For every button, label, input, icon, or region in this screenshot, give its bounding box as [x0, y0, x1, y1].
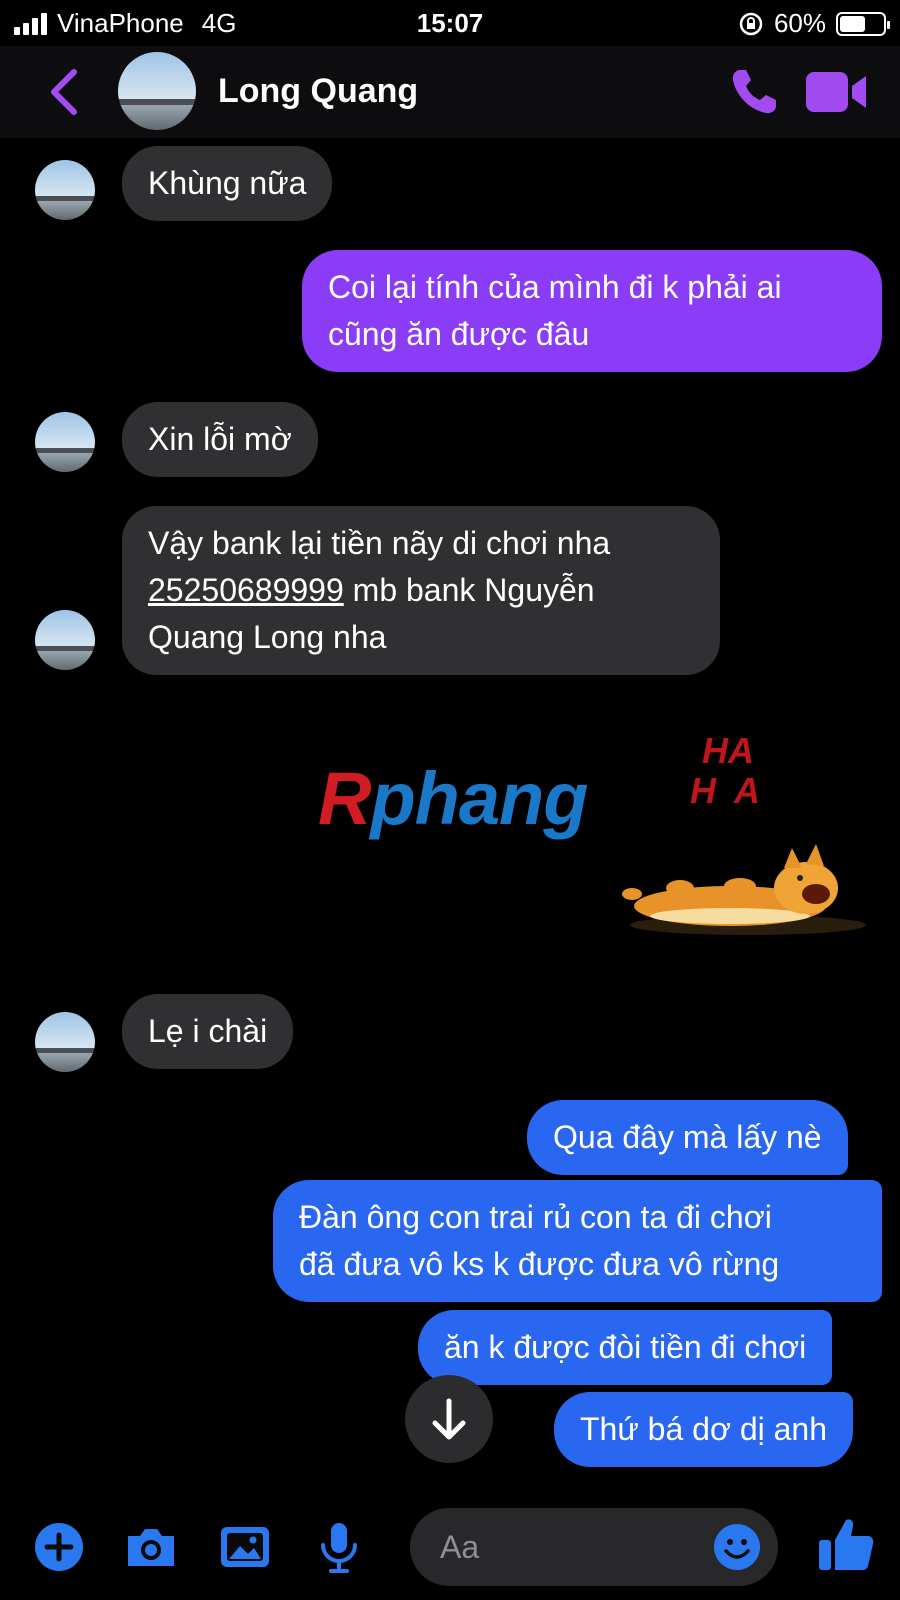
arrow-down-icon	[432, 1398, 466, 1440]
message-text: Thứ bá dơ dị anh	[580, 1411, 827, 1447]
account-number-link[interactable]: 25250689999	[148, 572, 344, 608]
battery-icon	[836, 11, 890, 36]
message-input-wrapper	[410, 1508, 778, 1586]
message-text: Lẹ i chài	[148, 1013, 268, 1049]
message-composer	[0, 1490, 900, 1600]
status-bar: VinaPhone 4G 15:07 60%	[0, 0, 900, 46]
message-text-line: đã đưa vô ks k được đưa vô rừng	[299, 1246, 780, 1282]
conversation-header: Long Quang	[0, 46, 900, 138]
rotation-lock-icon	[739, 12, 763, 35]
video-camera-icon[interactable]	[806, 70, 868, 114]
contact-name[interactable]: Long Quang	[218, 72, 418, 111]
contact-avatar[interactable]	[118, 52, 196, 130]
message-bubble-outgoing[interactable]: Thứ bá dơ dị anh	[554, 1392, 853, 1467]
message-text-line: Vậy bank lại tiền nãy di chơi nha	[148, 525, 611, 561]
message-text: Qua đây mà lấy nè	[553, 1119, 822, 1155]
avatar[interactable]	[35, 412, 95, 472]
message-bubble-outgoing[interactable]: Coi lại tính của mình đi k phải ai cũng …	[302, 250, 882, 372]
back-chevron-icon[interactable]	[44, 64, 84, 120]
message-bubble-incoming[interactable]: Lẹ i chài	[122, 994, 294, 1069]
message-input[interactable]	[440, 1526, 690, 1568]
watermark-logo: Rphang	[318, 757, 588, 840]
message-bubble-outgoing[interactable]: Qua đây mà lấy nè	[527, 1100, 848, 1175]
image-icon[interactable]	[218, 1520, 272, 1574]
message-text: Xin lỗi mờ	[148, 421, 292, 457]
avatar[interactable]	[35, 1012, 95, 1072]
phone-icon[interactable]	[728, 66, 780, 118]
message-text-line: Quang Long nha	[148, 619, 387, 655]
message-bubble-outgoing[interactable]: Đàn ông con trai rủ con ta đi chơi đã đư…	[273, 1180, 882, 1302]
avatar[interactable]	[35, 610, 95, 670]
message-bubble-incoming[interactable]: Xin lỗi mờ	[122, 402, 318, 477]
message-text-line: 25250689999 mb bank Nguyễn	[148, 567, 694, 614]
emoji-icon[interactable]	[712, 1522, 762, 1572]
plus-icon[interactable]	[32, 1520, 86, 1574]
thumbs-up-icon[interactable]	[816, 1514, 876, 1574]
laughing-dog-sticker[interactable]: HA HA	[620, 730, 870, 950]
message-bubble-incoming[interactable]: Khùng nữa	[122, 146, 333, 221]
message-bubble-incoming[interactable]: Vậy bank lại tiền nãy di chơi nha 252506…	[122, 506, 720, 675]
message-text-line: cũng ăn được đâu	[328, 316, 590, 352]
battery-percent: 60%	[773, 8, 826, 38]
dog-icon	[622, 844, 866, 935]
message-bubble-outgoing[interactable]: ăn k được đòi tiền đi chơi	[418, 1310, 833, 1385]
microphone-icon[interactable]	[312, 1520, 366, 1574]
message-text-segment: mb bank Nguyễn	[343, 572, 595, 608]
message-text-line: Đàn ông con trai rủ con ta đi chơi	[299, 1199, 772, 1235]
message-text: Khùng nữa	[148, 165, 307, 201]
scroll-to-bottom-button[interactable]	[405, 1375, 493, 1463]
message-text: ăn k được đòi tiền đi chơi	[444, 1329, 807, 1365]
message-text-line: Coi lại tính của mình đi k phải ai	[328, 269, 782, 305]
camera-icon[interactable]	[124, 1520, 178, 1574]
avatar[interactable]	[35, 160, 95, 220]
